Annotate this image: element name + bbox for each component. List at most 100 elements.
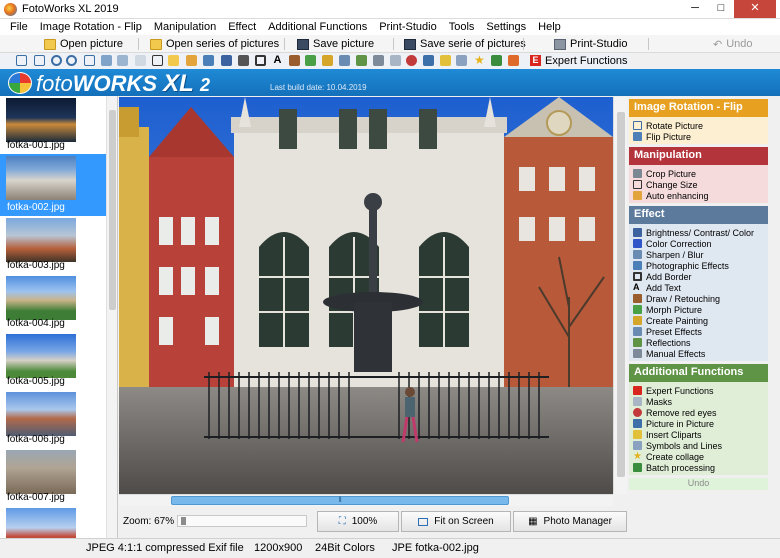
minimize-button[interactable]: ─ <box>682 0 708 18</box>
thumbnail-item[interactable]: fotka-003.jpg <box>0 216 106 274</box>
add-border-item[interactable]: Add Border <box>629 271 768 282</box>
thumbnail-list: fotka-001.jpg fotka-002.jpg fotka-003.jp… <box>0 96 118 538</box>
zoom-100-button[interactable]: ⛶ 100% <box>317 511 399 532</box>
eye-icon[interactable] <box>406 55 417 66</box>
mask-icon[interactable] <box>390 55 401 66</box>
create-collage-item[interactable]: ★ Create collage <box>629 451 768 462</box>
layers-icon[interactable] <box>373 55 384 66</box>
image-viewer[interactable] <box>119 97 613 494</box>
expert-functions-button[interactable]: E Expert Functions <box>530 53 628 68</box>
create-painting-item[interactable]: Create Painting <box>629 315 768 326</box>
scissors-icon[interactable] <box>135 55 146 66</box>
scrollbar-thumb[interactable] <box>109 110 116 310</box>
pen-icon[interactable] <box>322 55 333 66</box>
picture-in-picture-item[interactable]: Picture in Picture <box>629 418 768 429</box>
thumbnail-item[interactable]: fotka-005.jpg <box>0 332 106 390</box>
star-icon[interactable]: ★ <box>474 54 485 66</box>
zoom-slider[interactable] <box>177 515 307 527</box>
fotoworks-logo: fotoWORKS XL 2 <box>36 70 210 97</box>
menu-print-studio[interactable]: Print-Studio <box>373 19 442 35</box>
floppy-disk-icon <box>297 38 309 50</box>
symbol-icon[interactable] <box>456 55 467 66</box>
scrollbar-thumb[interactable] <box>617 112 625 477</box>
crop-picture-item[interactable]: Crop Picture <box>629 168 768 179</box>
border-icon[interactable] <box>255 55 266 66</box>
batch-processing-item[interactable]: Batch processing <box>629 462 768 473</box>
auto-enhancing-item[interactable]: Auto enhancing <box>629 190 768 201</box>
rotate-right-icon[interactable] <box>34 55 45 66</box>
remove-red-eyes-item[interactable]: Remove red eyes <box>629 407 768 418</box>
zoom-slider-thumb[interactable] <box>181 517 186 525</box>
flip-picture-item[interactable]: Flip Picture <box>629 131 768 142</box>
rotate-icon[interactable] <box>51 55 62 66</box>
menu-additional-functions[interactable]: Additional Functions <box>262 19 373 35</box>
thumbnail-item-selected[interactable]: fotka-002.jpg <box>0 154 106 216</box>
symbols-lines-item[interactable]: Symbols and Lines <box>629 440 768 451</box>
save-series-button[interactable]: Save serie of pictures <box>404 36 526 52</box>
frame-icon[interactable] <box>356 55 367 66</box>
viewer-horizontal-scrollbar[interactable]: ⦀ <box>119 494 613 506</box>
menu-effect[interactable]: Effect <box>222 19 262 35</box>
thumbnail-item[interactable]: fotka-004.jpg <box>0 274 106 332</box>
print-studio-button[interactable]: Print-Studio <box>554 36 627 52</box>
flip-icon[interactable] <box>84 55 95 66</box>
menu-settings[interactable]: Settings <box>480 19 532 35</box>
photo-icon[interactable] <box>238 55 249 66</box>
close-button[interactable]: ✕ <box>734 0 776 18</box>
image-icon[interactable] <box>203 55 214 66</box>
rotate-picture-item[interactable]: Rotate Picture <box>629 120 768 131</box>
resize-icon[interactable] <box>168 55 179 66</box>
reflections-item[interactable]: Reflections <box>629 337 768 348</box>
menu-tools[interactable]: Tools <box>443 19 481 35</box>
gallery-icon[interactable] <box>339 55 350 66</box>
thumbnail-item[interactable] <box>0 506 106 538</box>
fit-on-screen-button[interactable]: Fit on Screen <box>401 511 511 532</box>
viewer-vertical-scrollbar[interactable] <box>613 97 627 494</box>
mirror-icon[interactable] <box>117 55 128 66</box>
morph-picture-item[interactable]: Morph Picture <box>629 304 768 315</box>
text-icon[interactable]: A <box>272 55 283 66</box>
expert-functions-item[interactable]: Expert Functions <box>629 385 768 396</box>
maximize-button[interactable]: □ <box>708 0 734 18</box>
sharpen-blur-item[interactable]: Sharpen / Blur <box>629 249 768 260</box>
wand-icon <box>633 191 642 200</box>
filter-icon[interactable] <box>221 55 232 66</box>
masks-item[interactable]: Masks <box>629 396 768 407</box>
color-correction-item[interactable]: Color Correction <box>629 238 768 249</box>
crop-icon[interactable] <box>152 55 163 66</box>
thumbnail-item[interactable]: fotka-001.jpg <box>0 96 106 154</box>
brush-icon[interactable] <box>289 55 300 66</box>
rotate-back-icon[interactable] <box>66 55 77 66</box>
main-photo <box>119 97 613 494</box>
rotate-left-icon[interactable] <box>16 55 27 66</box>
landscape-icon[interactable] <box>305 55 316 66</box>
thumbnail-item[interactable]: fotka-007.jpg <box>0 448 106 506</box>
manual-effects-item[interactable]: Manual Effects <box>629 348 768 359</box>
menu-help[interactable]: Help <box>532 19 567 35</box>
insert-cliparts-item[interactable]: Insert Cliparts <box>629 429 768 440</box>
scrollbar-thumb[interactable]: ⦀ <box>171 496 509 505</box>
preset-effects-item[interactable]: Preset Effects <box>629 326 768 337</box>
add-text-item[interactable]: A Add Text <box>629 282 768 293</box>
photo-manager-button[interactable]: ▦ Photo Manager <box>513 511 627 532</box>
pip-icon[interactable] <box>423 55 434 66</box>
save-picture-button[interactable]: Save picture <box>297 36 374 52</box>
open-series-button[interactable]: Open series of pictures <box>150 36 279 52</box>
menu-file[interactable]: File <box>4 19 34 35</box>
undo-button[interactable]: ↶ Undo <box>713 36 753 52</box>
open-picture-button[interactable]: Open picture <box>44 36 123 52</box>
flip-3d-icon[interactable] <box>101 55 112 66</box>
clipart-icon[interactable] <box>440 55 451 66</box>
change-size-item[interactable]: Change Size <box>629 179 768 190</box>
sparkle-icon[interactable] <box>186 55 197 66</box>
thumbnail-item[interactable]: fotka-006.jpg <box>0 390 106 448</box>
menu-manipulation[interactable]: Manipulation <box>148 19 222 35</box>
photographic-effects-item[interactable]: Photographic Effects <box>629 260 768 271</box>
menu-image-rotation[interactable]: Image Rotation - Flip <box>34 19 148 35</box>
collage-icon[interactable] <box>491 55 502 66</box>
thumbnail-scrollbar[interactable] <box>106 96 117 538</box>
brightness-item[interactable]: Brightness/ Contrast/ Color <box>629 227 768 238</box>
batch-icon[interactable] <box>508 55 519 66</box>
draw-retouching-item[interactable]: Draw / Retouching <box>629 293 768 304</box>
side-undo-button[interactable]: Undo <box>629 478 768 490</box>
